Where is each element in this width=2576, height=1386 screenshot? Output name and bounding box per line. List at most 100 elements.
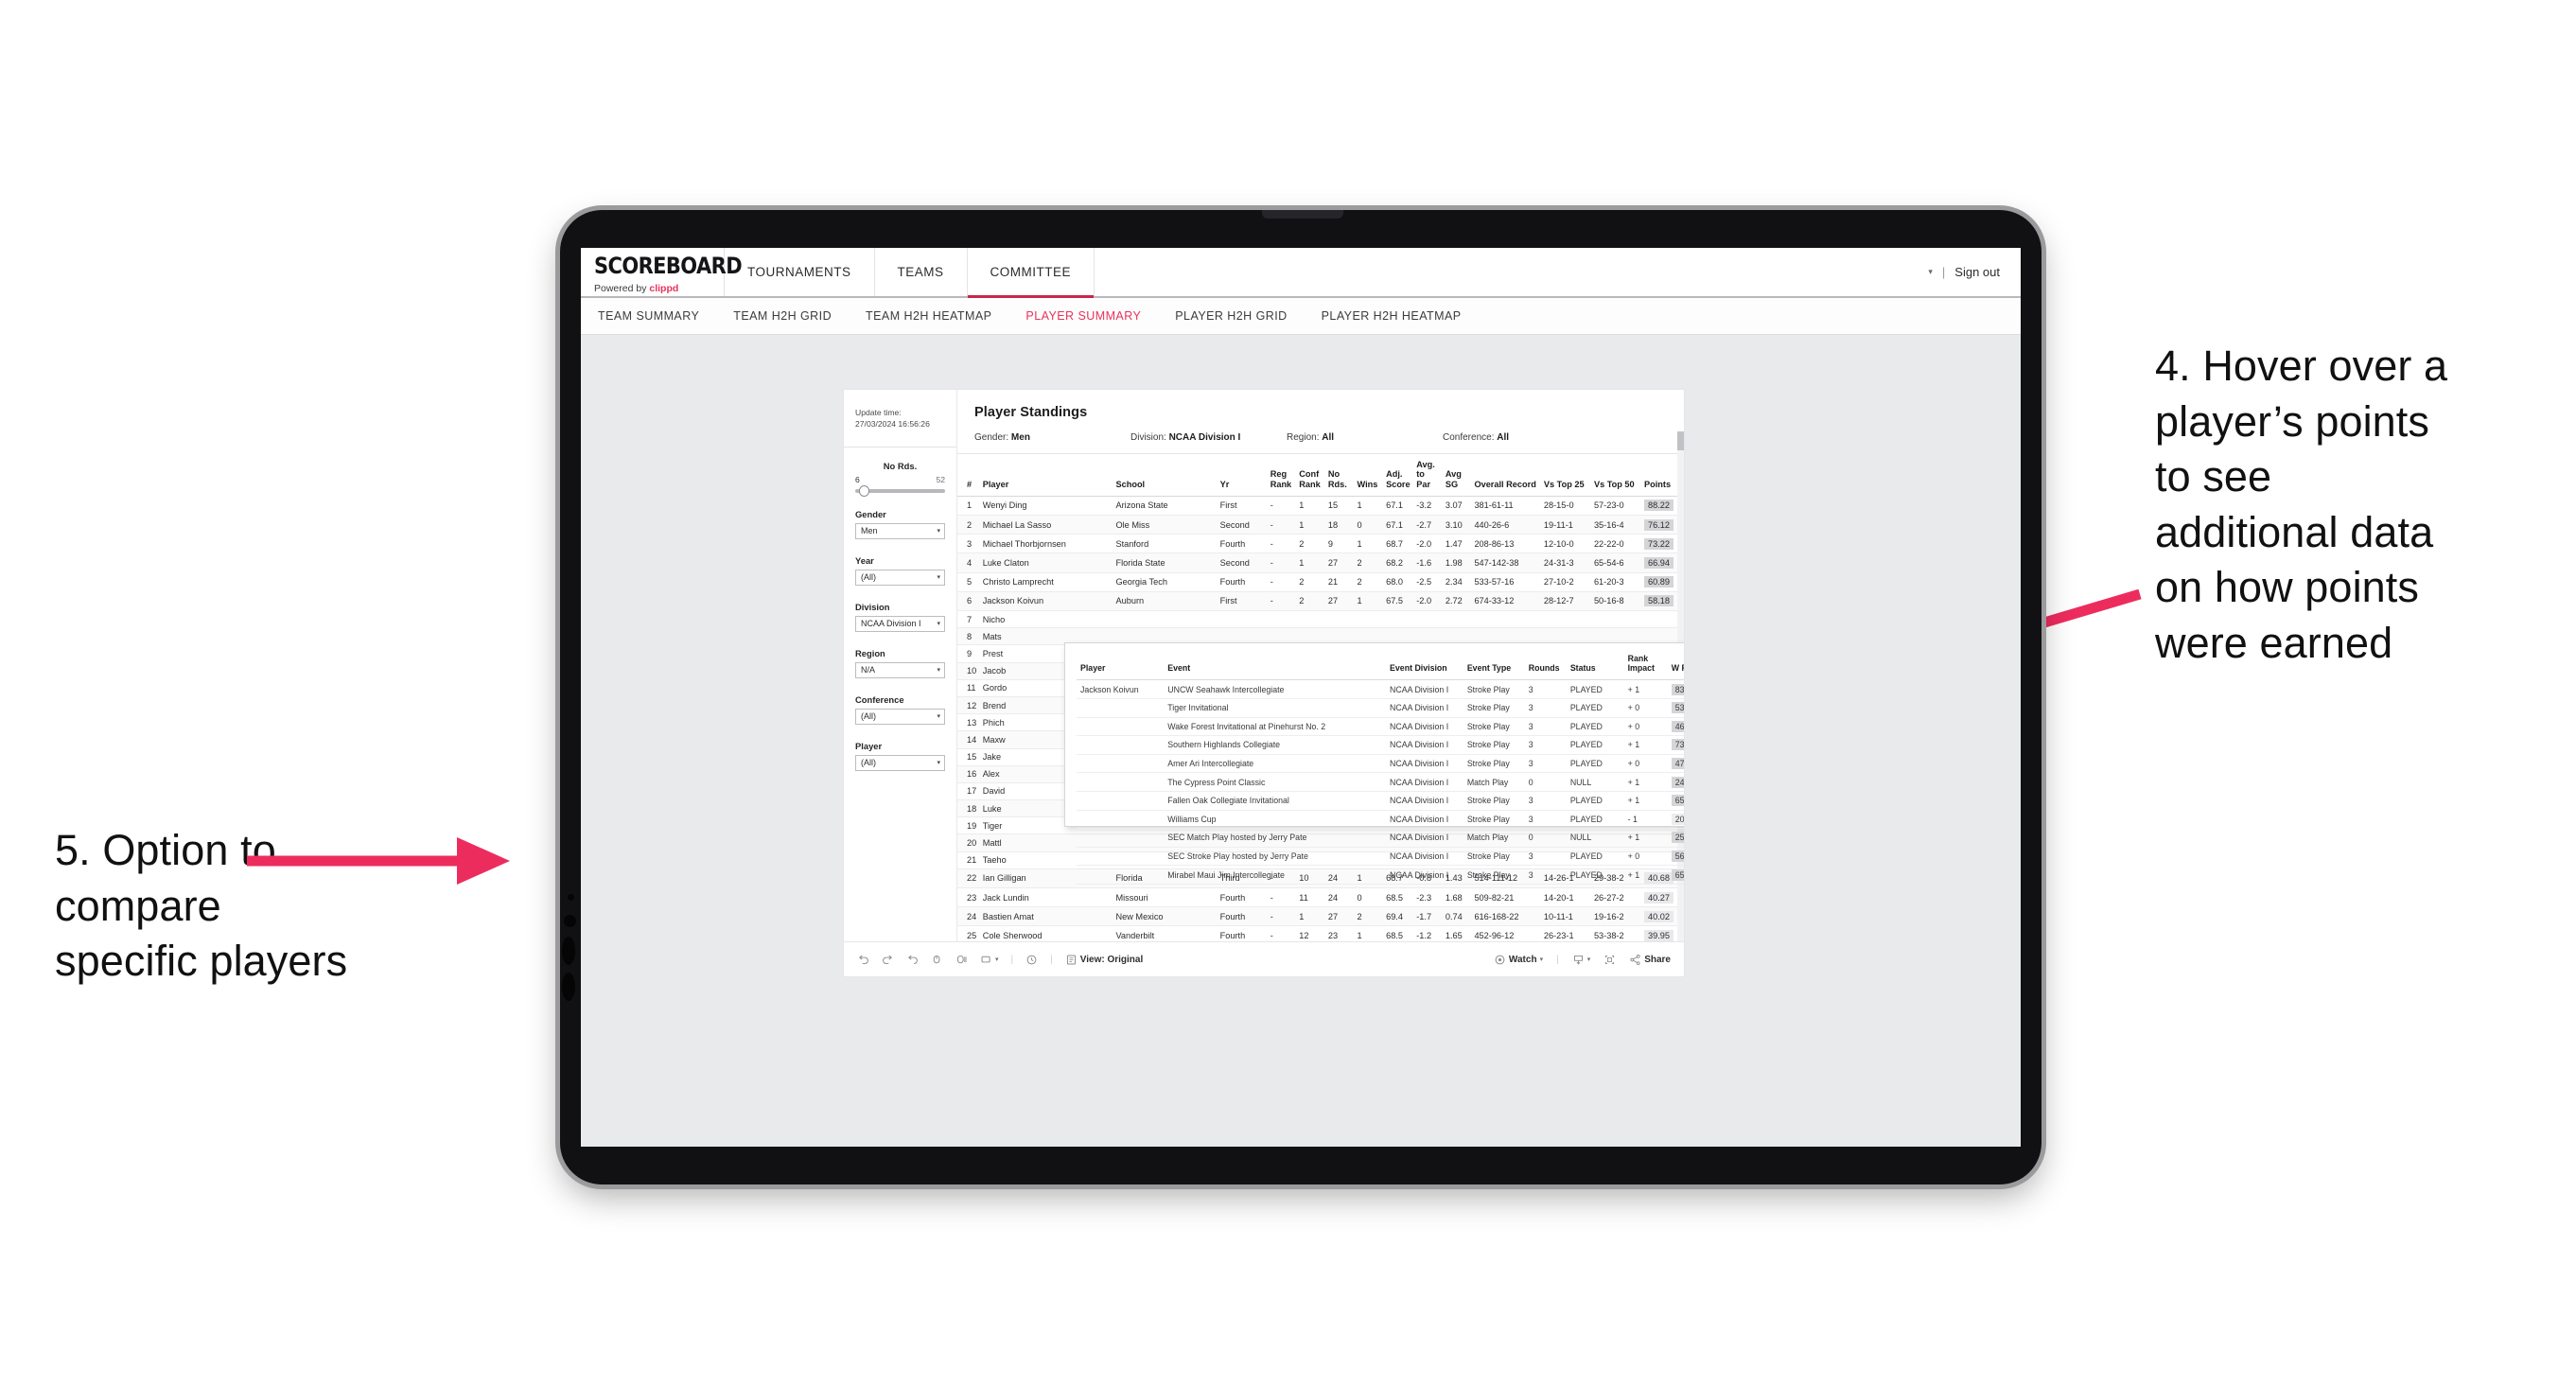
points-value[interactable]: 60.89 bbox=[1643, 576, 1674, 588]
cell-conf-rank: 1 bbox=[1296, 496, 1325, 517]
table-row[interactable]: 2 Michael La Sasso Ole Miss Second -1 18 0 67.1… bbox=[957, 515, 1684, 535]
chevron-down-icon[interactable]: ▾ bbox=[1928, 267, 1933, 277]
cell-vs-top-50: 22-22-0 bbox=[1590, 534, 1641, 554]
tablet-volume-down-button[interactable] bbox=[562, 973, 575, 1001]
points-value[interactable]: 40.02 bbox=[1643, 910, 1674, 922]
cell-school: Ole Miss bbox=[1113, 515, 1218, 535]
col-no-rds[interactable]: No Rds. bbox=[1324, 454, 1355, 497]
standings-scrollbar-thumb[interactable] bbox=[1677, 431, 1684, 450]
tab-team-h2h-grid[interactable]: TEAM H2H GRID bbox=[733, 309, 832, 323]
col-avg-to-par[interactable]: Avg. to Par bbox=[1413, 454, 1443, 497]
download-button[interactable]: ▾ bbox=[1572, 954, 1590, 966]
history-icon[interactable] bbox=[1025, 954, 1038, 966]
scoreboard-logo[interactable]: SCOREBOARD Powered by clippd bbox=[581, 248, 743, 296]
points-value[interactable]: 88.22 bbox=[1643, 500, 1674, 512]
revert-icon[interactable] bbox=[906, 954, 919, 966]
col-reg-rank[interactable]: Reg Rank bbox=[1267, 454, 1297, 497]
header-divider: | bbox=[1941, 265, 1946, 279]
filter-region-select[interactable]: N/A ▾ bbox=[855, 661, 945, 678]
table-row[interactable]: 5 Christo Lamprecht Georgia Tech Fourth -2 21… bbox=[957, 572, 1684, 592]
col-overall-rec[interactable]: Overall Record bbox=[1471, 454, 1541, 497]
tab-team-summary[interactable]: TEAM SUMMARY bbox=[598, 309, 699, 323]
annotation-5-arrow bbox=[247, 837, 510, 885]
filter-gender-value: Men bbox=[861, 526, 878, 536]
share-button[interactable]: Share bbox=[1629, 954, 1671, 966]
nav-item-teams[interactable]: TEAMS bbox=[875, 248, 968, 296]
table-row[interactable]: 4 Luke Claton Florida State Second -1 27 2 68.2… bbox=[957, 553, 1684, 573]
summary-gender-label: Gender: bbox=[974, 432, 1011, 443]
table-row[interactable]: 24 Bastien Amat New Mexico Fourth -1 27 2 69.4-… bbox=[957, 906, 1684, 927]
nav-item-tournaments[interactable]: TOURNAMENTS bbox=[725, 248, 875, 296]
filter-player: Player (All) ▾ bbox=[855, 741, 945, 771]
cell-no-rds: 18 bbox=[1324, 515, 1355, 535]
tooltip-cell-w-points: 56.18 bbox=[1667, 847, 1684, 867]
summary-gender: Gender: Men bbox=[974, 432, 1130, 443]
col-year[interactable]: Yr bbox=[1217, 454, 1268, 497]
tooltip-cell-status: PLAYED bbox=[1566, 717, 1624, 737]
table-row[interactable]: 1 Wenyi Ding Arizona State First -1 15 1 67.1 -3… bbox=[957, 496, 1684, 517]
sign-out-link[interactable]: Sign out bbox=[1954, 265, 2000, 279]
tt-col-event: Event bbox=[1164, 653, 1387, 681]
data-source-button[interactable]: ▾ bbox=[980, 954, 999, 966]
col-adj-score[interactable]: Adj. Score bbox=[1383, 454, 1414, 497]
redo-icon[interactable] bbox=[882, 954, 894, 966]
no-rounds-slider[interactable] bbox=[855, 484, 945, 497]
cell-vs-top-25: 12-10-0 bbox=[1540, 534, 1591, 554]
col-wins[interactable]: Wins bbox=[1354, 454, 1384, 497]
nav-item-committee[interactable]: COMMITTEE bbox=[967, 248, 1095, 298]
table-row[interactable]: 25 Cole Sherwood Vanderbilt Fourth -12 23 1 68.… bbox=[957, 925, 1684, 941]
tablet-volume-up-button[interactable] bbox=[562, 937, 575, 965]
chevron-down-icon: ▾ bbox=[937, 621, 940, 628]
filter-conference-label: Conference bbox=[855, 693, 904, 705]
tab-player-summary[interactable]: PLAYER SUMMARY bbox=[1025, 309, 1141, 323]
cell-rank: 25 bbox=[957, 925, 980, 941]
tab-player-h2h-grid[interactable]: PLAYER H2H GRID bbox=[1175, 309, 1287, 323]
table-row[interactable]: 3 Michael Thorbjornsen Stanford Fourth -2 9 1 6… bbox=[957, 534, 1684, 554]
cell-rank: 20 bbox=[957, 833, 980, 852]
col-rank[interactable]: # bbox=[957, 454, 980, 497]
cell-rank: 10 bbox=[957, 662, 980, 680]
col-school[interactable]: School bbox=[1113, 454, 1218, 497]
table-row[interactable]: 7 Nicho bbox=[957, 610, 1684, 629]
tooltip-table-header: Player Event Event Division Event Type R… bbox=[1077, 653, 1684, 681]
points-value[interactable]: 76.12 bbox=[1643, 518, 1674, 531]
cell-rank: 9 bbox=[957, 644, 980, 663]
points-value[interactable]: 40.27 bbox=[1643, 891, 1674, 904]
col-conf-rank[interactable]: Conf Rank bbox=[1296, 454, 1325, 497]
watch-button[interactable]: Watch ▾ bbox=[1494, 954, 1543, 966]
cell-wins: 0 bbox=[1354, 887, 1384, 908]
table-row[interactable]: 23 Jack Lundin Missouri Fourth -11 24 0 68.5 -2.… bbox=[957, 887, 1684, 908]
points-value[interactable]: 58.18 bbox=[1643, 595, 1674, 607]
col-vs-top-50[interactable]: Vs Top 50 bbox=[1590, 454, 1641, 497]
tooltip-cell-rounds: 3 bbox=[1524, 810, 1567, 830]
undo-icon[interactable] bbox=[857, 954, 869, 966]
col-avg-sg[interactable]: Avg SG bbox=[1442, 454, 1472, 497]
tab-team-h2h-heatmap[interactable]: TEAM H2H HEATMAP bbox=[866, 309, 991, 323]
table-row[interactable]: 6 Jackson Koivun Auburn First -2 27 1 67.5 -2.0 2… bbox=[957, 591, 1684, 612]
tab-player-h2h-heatmap[interactable]: PLAYER H2H HEATMAP bbox=[1322, 309, 1462, 323]
w-points-value: 24.11 bbox=[1671, 776, 1684, 788]
points-value[interactable]: 73.22 bbox=[1643, 537, 1674, 550]
tooltip-cell-division: NCAA Division I bbox=[1386, 847, 1463, 867]
cell-rank: 2 bbox=[957, 515, 980, 535]
filter-player-select[interactable]: (All) ▾ bbox=[855, 754, 945, 771]
fullscreen-icon[interactable] bbox=[1603, 954, 1616, 966]
refresh-icon[interactable] bbox=[931, 954, 943, 966]
view-original-button[interactable]: View: Original bbox=[1065, 954, 1143, 966]
no-rounds-slider-handle[interactable] bbox=[859, 484, 869, 497]
tooltip-cell-division: NCAA Division I bbox=[1386, 791, 1463, 811]
tt-col-status: Status bbox=[1566, 653, 1624, 681]
points-value[interactable]: 39.95 bbox=[1643, 929, 1674, 941]
pause-autoupdate-icon[interactable] bbox=[955, 954, 968, 966]
filter-year-select[interactable]: (All) ▾ bbox=[855, 569, 945, 586]
tooltip-cell-event: SEC Stroke Play hosted by Jerry Pate bbox=[1164, 847, 1387, 867]
chevron-down-icon: ▾ bbox=[937, 760, 940, 767]
filter-gender-select[interactable]: Men ▾ bbox=[855, 522, 945, 539]
col-vs-top-25[interactable]: Vs Top 25 bbox=[1540, 454, 1591, 497]
filter-division-select[interactable]: NCAA Division I ▾ bbox=[855, 615, 945, 632]
tooltip-row: SEC Match Play hosted by Jerry Pate NCAA … bbox=[1077, 828, 1684, 848]
chevron-down-icon: ▾ bbox=[937, 574, 940, 582]
col-player[interactable]: Player bbox=[979, 454, 1113, 497]
filter-conference-select[interactable]: (All) ▾ bbox=[855, 708, 945, 725]
points-value[interactable]: 66.94 bbox=[1643, 557, 1674, 570]
